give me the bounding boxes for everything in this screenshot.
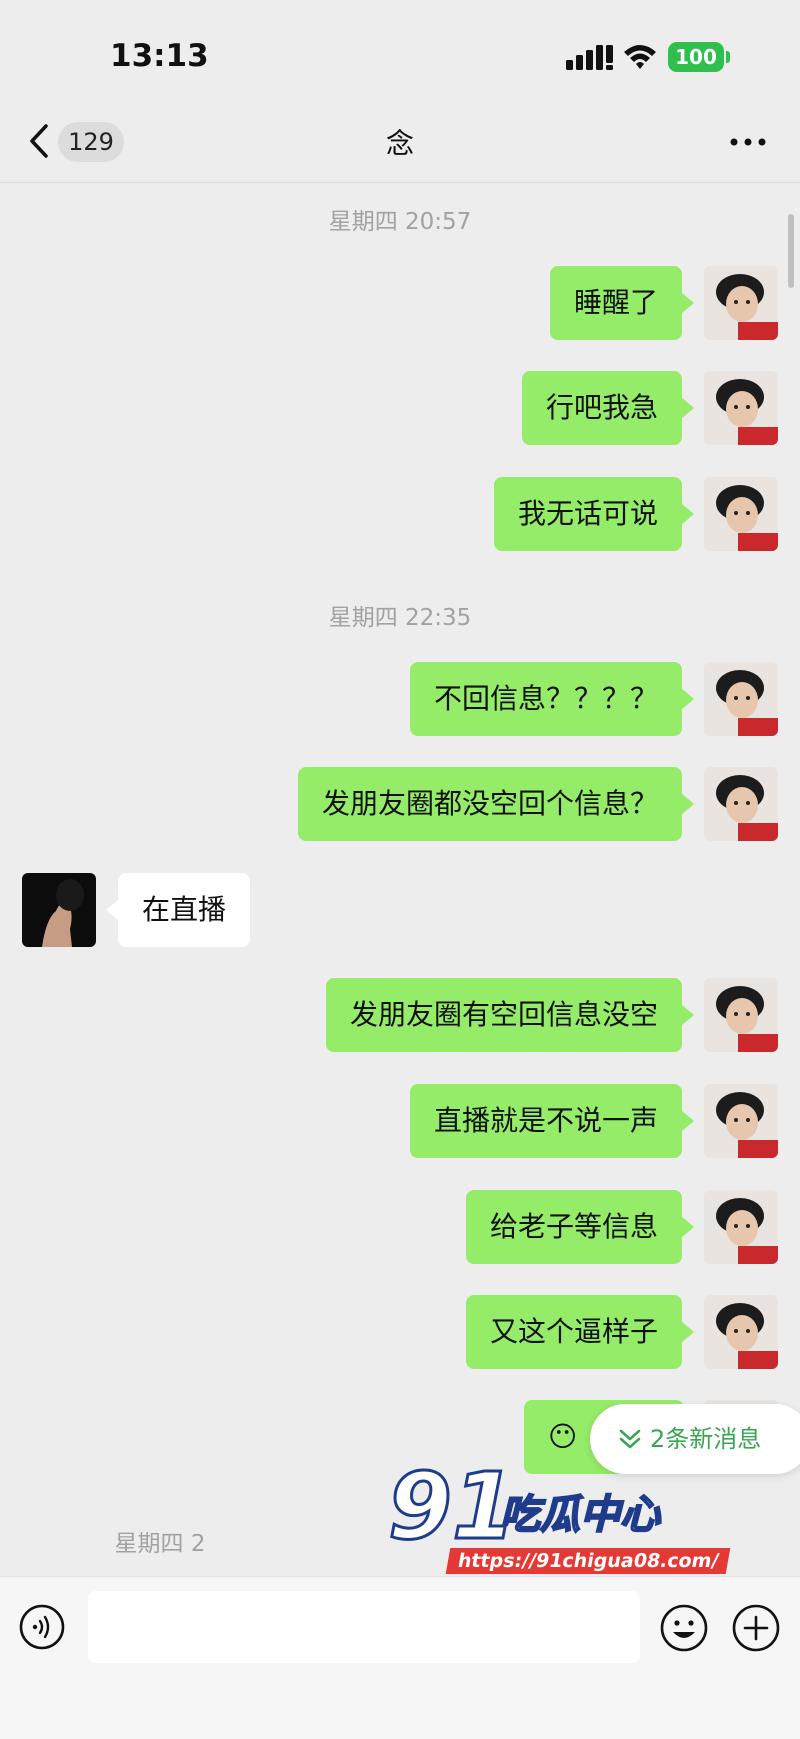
message-bubble-sent[interactable]: 发朋友圈有空回信息没空 [325, 978, 695, 1052]
wifi-icon [624, 45, 656, 69]
message-bubble-sent[interactable]: 发朋友圈都没空回个信息？ [297, 767, 695, 841]
message-bubble-received[interactable]: 在直播 [105, 873, 251, 947]
battery-tip [726, 51, 730, 63]
double-chevron-down-icon [619, 1429, 641, 1449]
my-avatar[interactable] [704, 767, 778, 841]
message-bubble-sent[interactable]: 直播就是不说一声 [409, 1084, 695, 1158]
my-avatar[interactable] [704, 1295, 778, 1369]
contact-avatar[interactable] [22, 873, 96, 947]
message-bubble-sent[interactable]: 不回信息？？？？ [409, 662, 695, 736]
battery-level: 100 [675, 45, 717, 69]
my-avatar[interactable] [704, 978, 778, 1052]
cellular-signal-icon [566, 45, 613, 70]
plus-icon[interactable] [731, 1603, 781, 1653]
timestamp: 星期四 22:35 [328, 605, 472, 631]
status-bar: 13:13 100 [0, 0, 800, 100]
input-bar [0, 1576, 800, 1739]
my-avatar[interactable] [704, 266, 778, 340]
my-avatar[interactable] [704, 662, 778, 736]
watermark-url: https://91chigua08.com/ [445, 1548, 731, 1574]
svg-text:吃瓜中心: 吃瓜中心 [500, 1492, 661, 1538]
emoji-icon[interactable] [659, 1603, 709, 1653]
message-bubble-sent[interactable]: 又这个逼样子 [465, 1295, 695, 1369]
my-avatar[interactable] [704, 371, 778, 445]
more-options-icon[interactable] [728, 128, 768, 156]
my-avatar[interactable] [704, 1190, 778, 1264]
message-bubble-sent[interactable]: 睡醒了 [549, 266, 695, 340]
voice-input-icon[interactable] [18, 1603, 66, 1651]
battery-icon: 100 [668, 42, 724, 72]
back-chevron-icon[interactable] [26, 122, 52, 160]
watermark-brand-icon: 91 吃瓜中心 [387, 1452, 662, 1562]
svg-text:91: 91 [388, 1462, 516, 1552]
message-bubble-sent[interactable]: 我无话可说 [493, 477, 695, 551]
message-input[interactable] [88, 1591, 640, 1663]
status-time: 13:13 [110, 38, 209, 74]
timestamp: 星期四 20:57 [328, 209, 472, 235]
my-avatar[interactable] [704, 477, 778, 551]
unread-count-badge[interactable]: 129 [58, 122, 124, 162]
message-bubble-sent[interactable]: 行吧我急 [521, 371, 695, 445]
watermark-logo: 91 吃瓜中心 https://91chigua08.com/ [387, 1452, 731, 1582]
message-bubble-sent[interactable]: 给老子等信息 [465, 1190, 695, 1264]
my-avatar[interactable] [704, 1084, 778, 1158]
chat-header: 129 念 [0, 100, 800, 183]
